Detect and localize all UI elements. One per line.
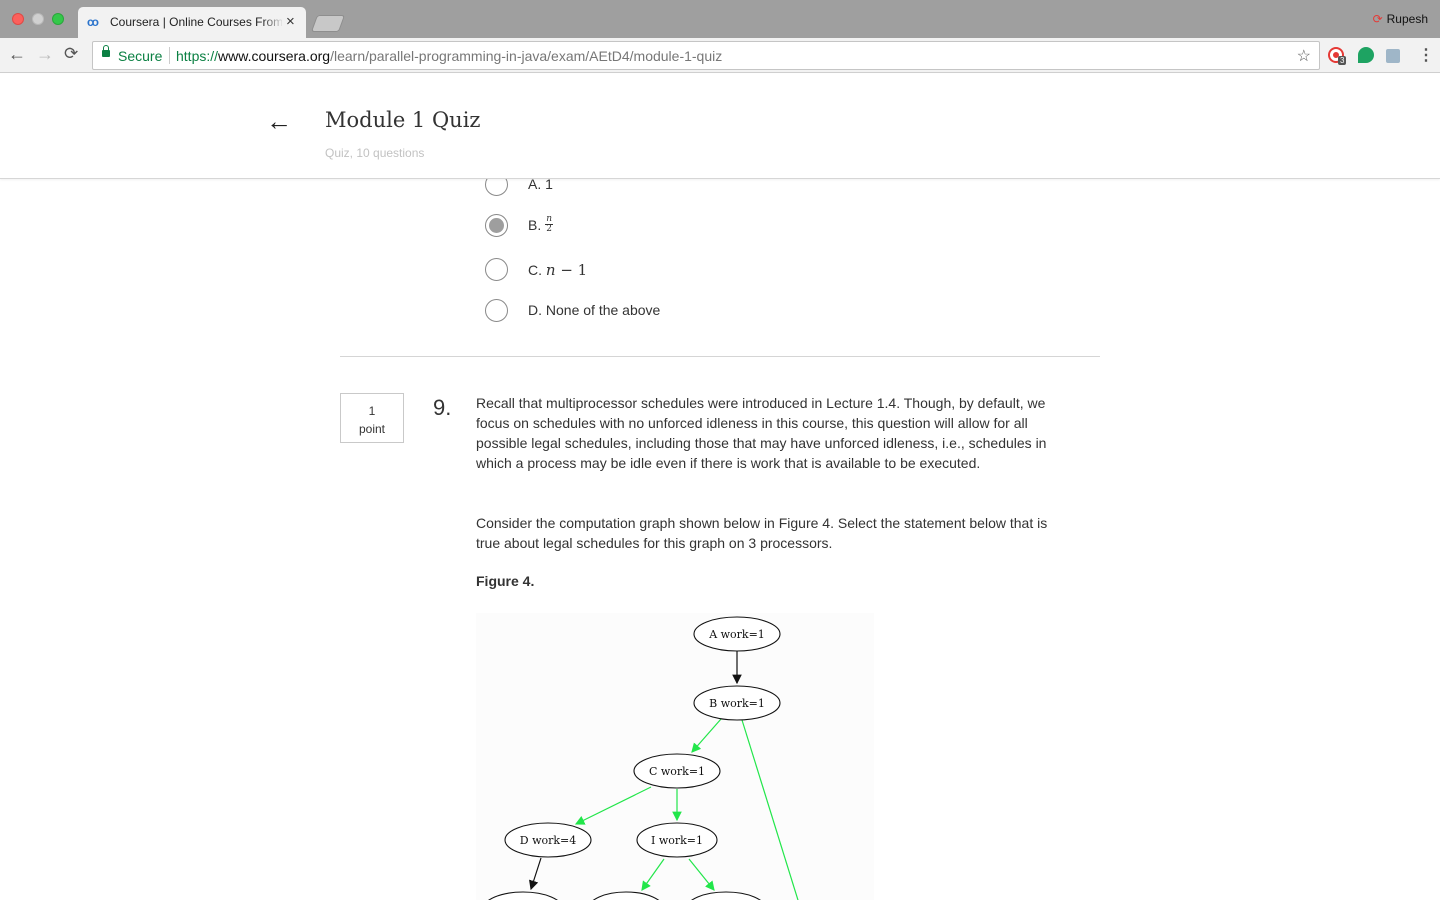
back-arrow-icon[interactable]: ← (266, 106, 292, 137)
math-variable: n (545, 261, 556, 279)
quiz-header: ← Module 1 Quiz Quiz, 10 questions (0, 74, 1440, 179)
option-letter: B. (528, 217, 542, 234)
extension-speech-icon[interactable] (1358, 47, 1374, 63)
lock-icon (102, 45, 110, 57)
option-label: B. n 2 (528, 215, 554, 236)
question-paragraph-2: Consider the computation graph shown bel… (476, 515, 1048, 551)
edge-i-offscreen-left (641, 858, 665, 891)
points-value: 1 (368, 404, 376, 418)
window-maximize-button[interactable] (52, 13, 64, 25)
node-offscreen-2 (592, 891, 660, 900)
profile-button[interactable]: ⟳ Rupesh (1373, 12, 1428, 26)
radio-button[interactable] (485, 258, 508, 281)
option-label: A. 1 (528, 179, 553, 192)
edge-b-c (691, 718, 722, 753)
page-subtitle: Quiz, 10 questions (325, 146, 425, 160)
profile-name: Rupesh (1386, 12, 1428, 26)
edge-c-d (574, 786, 652, 825)
page-title: Module 1 Quiz (325, 108, 481, 132)
question-number: 9. (433, 395, 452, 420)
radio-button[interactable] (485, 179, 508, 196)
math-expression: n − 1 (546, 261, 587, 279)
option-label: C. n − 1 (528, 261, 587, 279)
edge-d-offscreen (529, 857, 542, 891)
node-offscreen-1 (488, 891, 558, 900)
address-bar[interactable]: Secure https://www.coursera.org/learn/pa… (92, 41, 1320, 70)
points-box: 1 point (340, 393, 404, 443)
url-host: www.coursera.org (218, 48, 331, 64)
figure-label: Figure 4. (476, 573, 535, 589)
url-separator (169, 47, 170, 64)
radio-button[interactable] (485, 299, 508, 322)
new-tab-button[interactable] (310, 15, 346, 32)
tab-title-fade (262, 11, 284, 33)
node-label-d: D work=4 (520, 834, 577, 847)
browser-toolbar: ← → ⟳ Secure https://www.coursera.org/le… (0, 38, 1440, 73)
extension-translate-icon[interactable] (1386, 49, 1400, 63)
node-label-b: B work=1 (709, 697, 765, 710)
fraction-denominator: 2 (546, 224, 552, 234)
option-label: D. None of the above (528, 302, 661, 318)
url-text[interactable]: https://www.coursera.org/learn/parallel-… (176, 48, 722, 64)
url-path: /learn/parallel-programming-in-java/exam… (330, 48, 723, 64)
computation-graph: A work=1 B work=1 C work=1 D work=4 I wo… (488, 616, 799, 900)
browser-tab[interactable]: co Coursera | Online Courses From Top Un… (78, 7, 306, 38)
coursera-infinity-icon: co (87, 15, 99, 29)
profile-sync-icon: ⟳ (1372, 12, 1383, 26)
tab-title: Coursera | Online Courses From Top Unive… (110, 15, 282, 29)
window-minimize-button[interactable] (32, 13, 44, 25)
secure-label: Secure (118, 48, 163, 64)
option-letter: C. (528, 262, 542, 278)
computation-graph-figure: A work=1 B work=1 C work=1 D work=4 I wo… (476, 613, 874, 900)
question-paragraph-1: Recall that multiprocessor schedules wer… (476, 395, 1047, 471)
bookmark-star-icon[interactable]: ☆ (1297, 46, 1311, 66)
tab-close-icon[interactable]: × (286, 13, 295, 30)
quiz-content: A. 1 B. n 2 C. n − 1 D. None of the above … (0, 179, 1440, 900)
node-label-i: I work=1 (651, 834, 703, 847)
math-rest: − 1 (555, 261, 588, 279)
edge-i-offscreen-right (688, 858, 715, 891)
back-arrow-icon[interactable]: ← (8, 44, 26, 65)
url-scheme: https:// (176, 48, 219, 64)
node-offscreen-3 (691, 891, 761, 900)
points-unit: point (358, 422, 386, 436)
forward-arrow-icon[interactable]: → (36, 44, 54, 65)
extension-badge: 3 (1338, 56, 1347, 65)
node-label-a: A work=1 (708, 628, 765, 641)
math-fraction: n2 (545, 215, 554, 234)
browser-menu-icon[interactable]: ⋮ (1418, 45, 1434, 65)
question-divider (340, 356, 1100, 357)
reload-icon[interactable]: ⟳ (64, 44, 78, 64)
window-close-button[interactable] (12, 13, 24, 25)
browser-titlebar: co Coursera | Online Courses From Top Un… (0, 0, 1440, 38)
radio-button-selected[interactable] (485, 214, 508, 237)
node-label-c: C work=1 (649, 765, 705, 778)
edge-b-offscreen (741, 719, 799, 900)
